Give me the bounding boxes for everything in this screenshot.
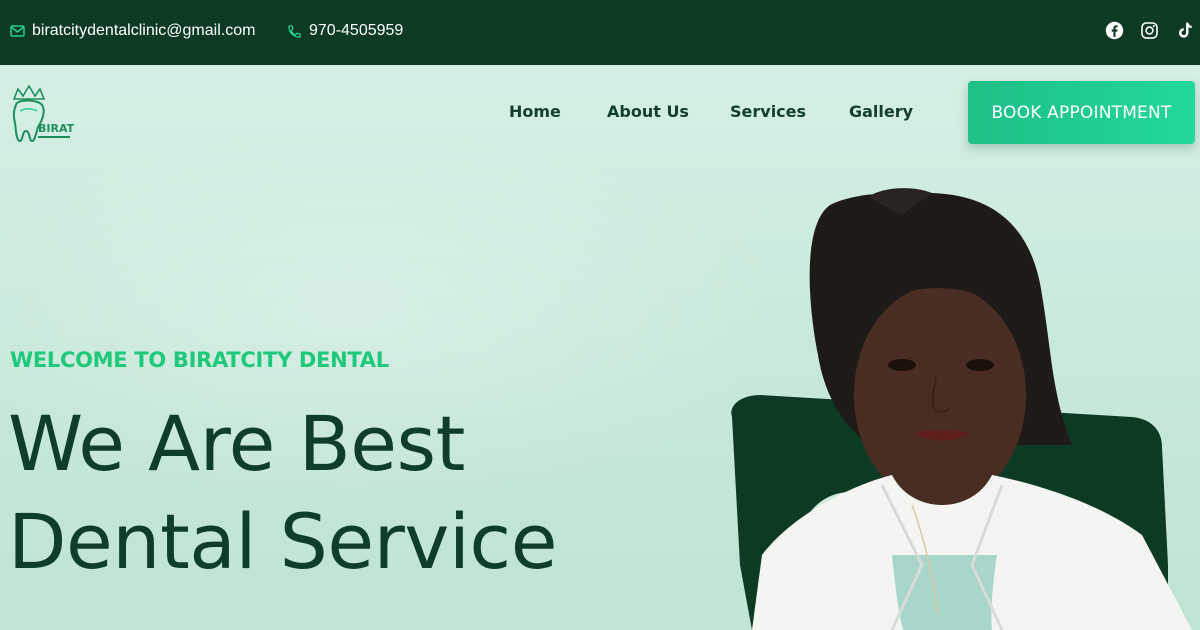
instagram-icon[interactable] [1140, 21, 1159, 40]
top-bar: biratcitydentalclinic@gmail.com 970-4505… [0, 0, 1200, 65]
nav-about-us[interactable]: About Us [607, 102, 689, 121]
tiktok-icon[interactable] [1175, 21, 1194, 40]
headline-line-1: We Are Best [8, 399, 465, 488]
logo-text: BIRAT [38, 122, 74, 135]
phone-contact[interactable]: 970-4505959 [287, 22, 403, 40]
hero-section: BIRAT Home About Us Services Gallery BOO… [0, 65, 1200, 630]
social-links [1105, 21, 1194, 40]
clinic-logo[interactable]: BIRAT [8, 81, 74, 147]
welcome-eyebrow: WELCOME TO BIRATCITY DENTAL [10, 348, 389, 372]
doctor-photo [731, 188, 1192, 630]
phone-text[interactable]: 970-4505959 [309, 22, 403, 40]
nav-services[interactable]: Services [730, 102, 806, 121]
email-text[interactable]: biratcitydentalclinic@gmail.com [32, 22, 255, 40]
phone-icon [288, 24, 301, 38]
facebook-icon[interactable] [1105, 21, 1124, 40]
mail-icon [10, 25, 25, 37]
nav-home[interactable]: Home [509, 102, 561, 121]
hero-headline: We Are Best Dental Service [8, 395, 557, 591]
email-contact[interactable]: biratcitydentalclinic@gmail.com [10, 22, 255, 40]
book-appointment-button[interactable]: BOOK APPOINTMENT [968, 81, 1195, 144]
nav-gallery[interactable]: Gallery [849, 102, 913, 121]
headline-line-2: Dental Service [8, 497, 557, 586]
